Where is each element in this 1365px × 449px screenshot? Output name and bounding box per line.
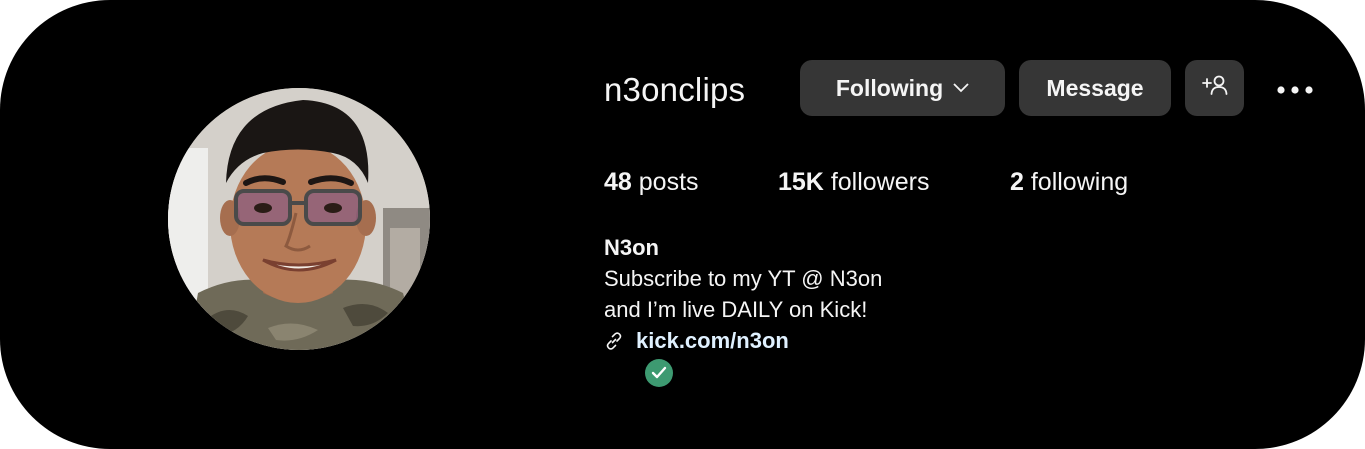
link-icon <box>604 331 624 351</box>
following-button-label: Following <box>835 74 944 101</box>
following-button[interactable]: Following <box>800 60 1005 116</box>
profile-username: n3onclips <box>604 71 746 108</box>
followers-count: 15K <box>778 168 824 196</box>
profile-full-name: N3on <box>604 235 659 260</box>
profile-card: n3onclips Following Message 48 posts 15K… <box>0 0 1365 449</box>
followers-label: followers <box>823 168 930 196</box>
bio-link-text[interactable]: kick.com/n3on <box>636 328 789 354</box>
suggested-users-button[interactable] <box>1185 60 1244 116</box>
bio-line: Subscribe to my YT @ N3on <box>604 266 883 291</box>
add-person-icon <box>1201 74 1228 102</box>
message-button-label: Message <box>1046 74 1144 101</box>
followers-stat[interactable]: 15K followers <box>778 164 929 200</box>
following-stat[interactable]: 2 following <box>1010 164 1128 200</box>
more-options-icon[interactable] <box>1270 70 1320 110</box>
following-label: following <box>1023 168 1129 196</box>
profile-avatar[interactable] <box>168 88 430 350</box>
posts-count: 48 <box>604 168 632 196</box>
check-icon <box>645 359 673 387</box>
bio-line: and I’m live DAILY on Kick! <box>604 297 868 322</box>
posts-label: posts <box>631 168 699 196</box>
following-count: 2 <box>1010 168 1024 196</box>
message-button[interactable]: Message <box>1019 60 1171 116</box>
chevron-down-icon <box>953 83 969 93</box>
posts-stat: 48 posts <box>604 164 699 200</box>
bio-link[interactable]: kick.com/n3on <box>604 326 789 356</box>
